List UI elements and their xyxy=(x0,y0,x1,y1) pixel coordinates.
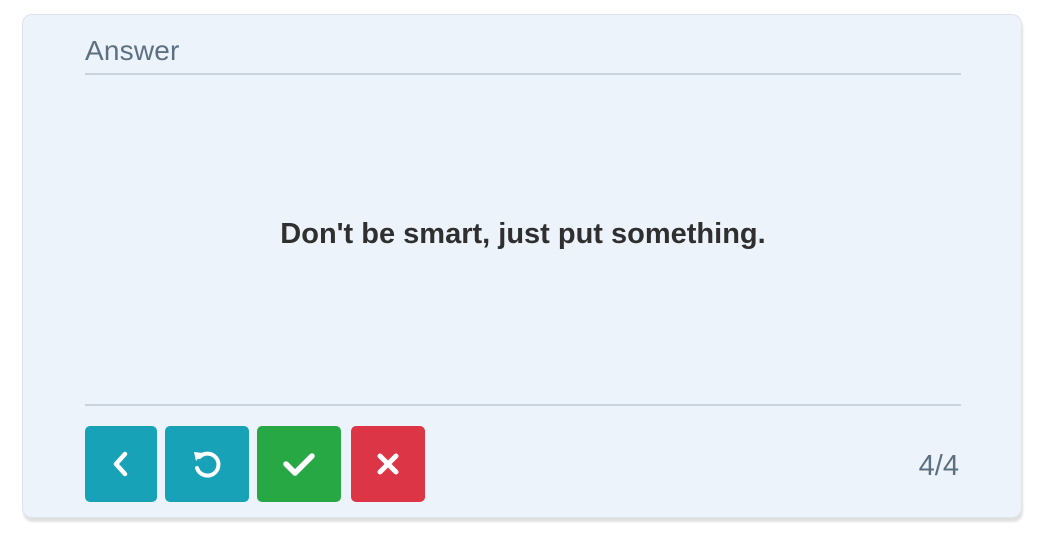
flashcard: Answer Don't be smart, just put somethin… xyxy=(22,14,1022,518)
chevron-left-icon xyxy=(108,449,134,479)
mark-correct-button[interactable] xyxy=(257,426,341,502)
rotate-ccw-icon xyxy=(189,446,225,482)
reset-button[interactable] xyxy=(165,426,249,502)
close-icon xyxy=(374,450,402,478)
answer-text: Don't be smart, just put something. xyxy=(280,218,766,250)
mark-wrong-button[interactable] xyxy=(351,426,425,502)
card-counter: 4/4 xyxy=(918,450,959,482)
footer-divider xyxy=(85,404,961,406)
previous-button[interactable] xyxy=(85,426,157,502)
header-divider xyxy=(85,73,961,75)
check-icon xyxy=(281,449,317,479)
card-header-label: Answer xyxy=(85,35,180,66)
